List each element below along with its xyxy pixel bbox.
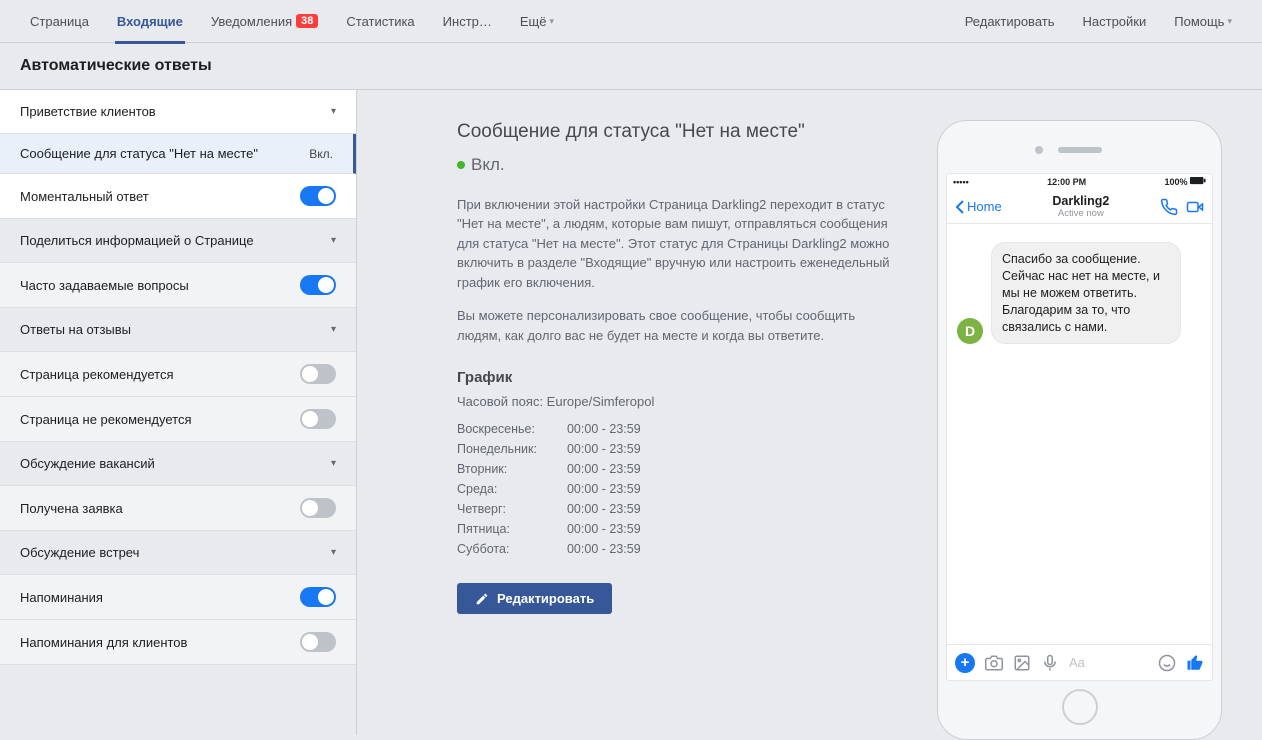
message-bubble: Спасибо за сообщение. Сейчас нас нет на … <box>991 242 1181 344</box>
toggle-reminders[interactable] <box>300 587 336 607</box>
chevron-down-icon: ▾ <box>331 547 336 558</box>
status-text: Вкл. <box>471 155 505 175</box>
tab-tools[interactable]: Инстр… <box>429 0 506 43</box>
detail-pane: Сообщение для статуса "Нет на месте" Вкл… <box>457 120 897 735</box>
schedule-heading: График <box>457 369 897 386</box>
home-link[interactable]: Home <box>955 199 1002 214</box>
nav-edit[interactable]: Редактировать <box>951 0 1069 43</box>
sidebar-item-instant-reply[interactable]: Моментальный ответ <box>0 174 356 219</box>
edit-button[interactable]: Редактировать <box>457 583 612 614</box>
status-label: Вкл. <box>309 147 333 161</box>
sidebar: Приветствие клиентов▾ Сообщение для стат… <box>0 90 357 735</box>
detail-desc-2: Вы можете персонализировать свое сообщен… <box>457 306 897 345</box>
chevron-left-icon <box>955 200 965 214</box>
phone-camera-icon <box>1035 146 1043 154</box>
caret-down-icon: ▾ <box>1227 16 1232 27</box>
home-button-icon <box>1062 689 1098 725</box>
detail-title: Сообщение для статуса "Нет на месте" <box>457 120 897 145</box>
page-title: Автоматические ответы <box>0 43 1262 90</box>
tab-more[interactable]: Ещё▾ <box>506 0 568 43</box>
caret-down-icon: ▾ <box>550 16 555 27</box>
video-icon[interactable] <box>1186 198 1204 216</box>
pencil-icon <box>475 592 489 606</box>
detail-desc-1: При включении этой настройки Страница Da… <box>457 195 897 293</box>
toggle-application[interactable] <box>300 498 336 518</box>
sidebar-item-not-recommended[interactable]: Страница не рекомендуется <box>0 397 356 442</box>
camera-icon[interactable] <box>985 654 1003 672</box>
chat-title-name: Darkling2 <box>1002 194 1160 208</box>
chat-header: Home Darkling2 Active now <box>947 190 1212 224</box>
timezone-text: Часовой пояс: Europe/Simferopol <box>457 394 897 409</box>
chevron-down-icon: ▾ <box>331 235 336 246</box>
avatar: D <box>957 318 983 344</box>
sidebar-item-recommended[interactable]: Страница рекомендуется <box>0 352 356 397</box>
sidebar-item-reminders[interactable]: Напоминания <box>0 575 356 620</box>
image-icon[interactable] <box>1013 654 1031 672</box>
toggle-client-reminders[interactable] <box>300 632 336 652</box>
plus-icon[interactable]: + <box>955 653 975 673</box>
toggle-instant-reply[interactable] <box>300 186 336 206</box>
top-nav: Страница Входящие Уведомления 38 Статист… <box>0 0 1262 43</box>
tab-page[interactable]: Страница <box>16 0 103 43</box>
nav-help[interactable]: Помощь▾ <box>1160 0 1246 43</box>
mic-icon[interactable] <box>1041 654 1059 672</box>
group-meetings[interactable]: Обсуждение встреч▾ <box>0 531 356 575</box>
phone-icon[interactable] <box>1160 198 1178 216</box>
battery-icon <box>1190 177 1206 185</box>
chevron-down-icon: ▾ <box>331 458 336 469</box>
chat-title-sub: Active now <box>1002 208 1160 219</box>
sidebar-item-away-message[interactable]: Сообщение для статуса "Нет на месте" Вкл… <box>0 134 356 174</box>
tab-inbox[interactable]: Входящие <box>103 0 197 43</box>
phone-preview: ••••• 12:00 PM 100% Home Darkling2 Activ… <box>937 120 1222 740</box>
like-icon[interactable] <box>1186 654 1204 672</box>
group-share-info[interactable]: Поделиться информацией о Странице▾ <box>0 219 356 263</box>
tab-notifications[interactable]: Уведомления 38 <box>197 0 333 43</box>
chevron-down-icon: ▾ <box>331 324 336 335</box>
toggle-not-recommended[interactable] <box>300 409 336 429</box>
composer-input[interactable]: Aa <box>1069 655 1148 670</box>
schedule-table: Воскресенье: Понедельник: Вторник: Среда… <box>457 419 897 559</box>
phone-speaker-icon <box>1058 147 1102 153</box>
group-greeting[interactable]: Приветствие клиентов▾ <box>0 90 356 134</box>
tab-statistics[interactable]: Статистика <box>332 0 428 43</box>
sidebar-item-faq[interactable]: Часто задаваемые вопросы <box>0 263 356 308</box>
sidebar-item-client-reminders[interactable]: Напоминания для клиентов <box>0 620 356 665</box>
group-reviews[interactable]: Ответы на отзывы▾ <box>0 308 356 352</box>
group-jobs[interactable]: Обсуждение вакансий▾ <box>0 442 356 486</box>
nav-settings[interactable]: Настройки <box>1069 0 1161 43</box>
chevron-down-icon: ▾ <box>331 106 336 117</box>
emoji-icon[interactable] <box>1158 654 1176 672</box>
composer: + Aa <box>947 644 1212 680</box>
sidebar-item-application[interactable]: Получена заявка <box>0 486 356 531</box>
notifications-badge: 38 <box>296 14 318 28</box>
toggle-faq[interactable] <box>300 275 336 295</box>
phone-status-bar: ••••• 12:00 PM 100% <box>947 174 1212 190</box>
toggle-recommended[interactable] <box>300 364 336 384</box>
status-dot-icon <box>457 161 465 169</box>
